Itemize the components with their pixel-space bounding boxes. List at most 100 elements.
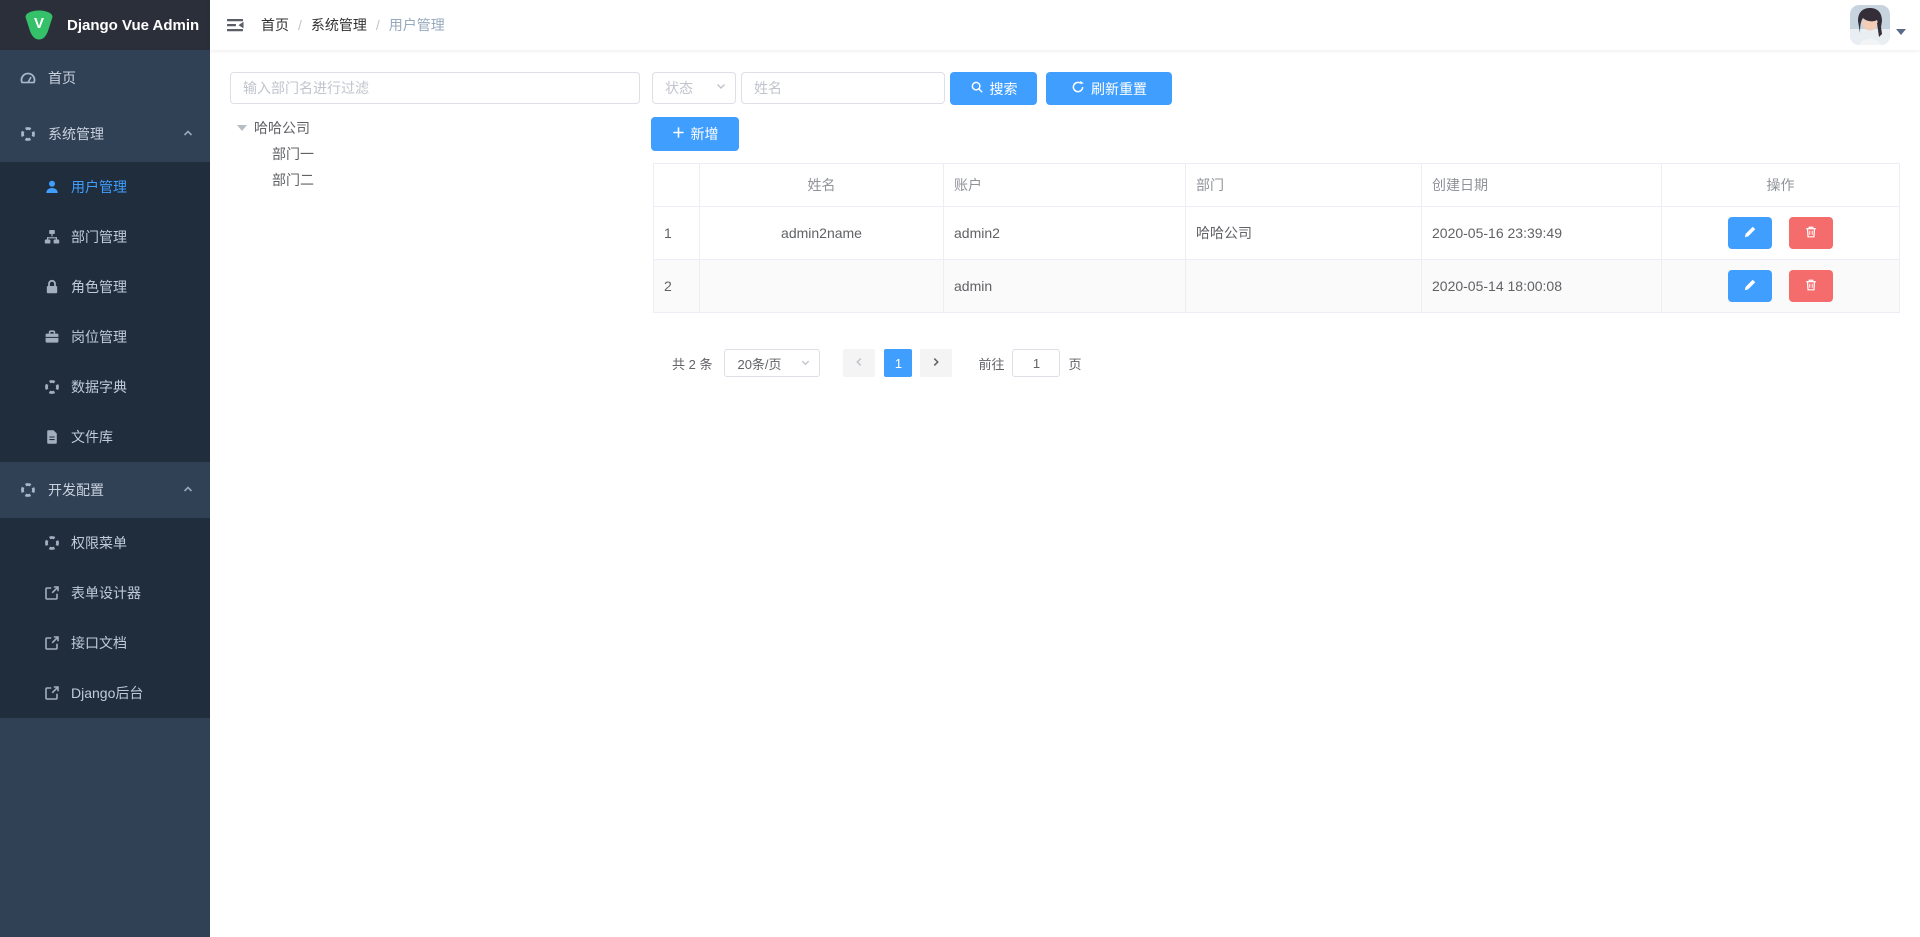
tree-expand-icon[interactable] [230, 125, 254, 131]
sidebar-item-dictionary[interactable]: 数据字典 [0, 362, 210, 412]
search-button[interactable]: 搜索 [950, 72, 1037, 105]
document-icon [44, 429, 60, 445]
component-icon [20, 126, 36, 142]
column-header-name: 姓名 [700, 164, 944, 207]
tree-node-label: 部门二 [272, 170, 314, 190]
jump-page-input[interactable] [1012, 349, 1060, 377]
tree-node-label: 部门一 [272, 144, 314, 164]
sidebar-item-home[interactable]: 首页 [0, 50, 210, 106]
breadcrumb-item-home[interactable]: 首页 [261, 15, 289, 35]
tree-node-dept2[interactable]: 部门二 [248, 167, 630, 193]
logo-bar[interactable]: V Django Vue Admin [0, 0, 210, 50]
prev-page-button[interactable] [843, 349, 875, 377]
sidebar-group-label: 开发配置 [48, 480, 104, 500]
trash-icon [1804, 225, 1818, 242]
sidebar-item-label: 部门管理 [71, 227, 127, 247]
refresh-reset-button[interactable]: 刷新重置 [1046, 72, 1172, 105]
sidebar-item-permission-menu[interactable]: 权限菜单 [0, 518, 210, 568]
department-tree: 哈哈公司 部门一 部门二 [230, 115, 630, 193]
breadcrumb-separator: / [376, 17, 380, 33]
delete-button[interactable] [1789, 270, 1833, 302]
column-header-actions: 操作 [1662, 164, 1900, 207]
tree-node-label: 哈哈公司 [254, 118, 310, 138]
sidebar-item-django-admin[interactable]: Django后台 [0, 668, 210, 718]
sidebar-item-users[interactable]: 用户管理 [0, 162, 210, 212]
jump-prefix-label: 前往 [978, 354, 1004, 373]
sidebar-item-label: 表单设计器 [71, 583, 141, 603]
delete-button[interactable] [1789, 217, 1833, 249]
component-icon [20, 482, 36, 498]
table-row: 2 admin 2020-05-14 18:00:08 [654, 260, 1900, 313]
sidebar-item-posts[interactable]: 岗位管理 [0, 312, 210, 362]
edit-button[interactable] [1728, 270, 1772, 302]
cell-dept [1186, 260, 1422, 313]
sidebar-item-label: 接口文档 [71, 633, 127, 653]
user-menu[interactable] [1850, 5, 1906, 45]
component-icon [44, 379, 60, 395]
app-title: Django Vue Admin [67, 17, 199, 34]
sidebar-item-label: 数据字典 [71, 377, 127, 397]
breadcrumb: 首页 / 系统管理 / 用户管理 [261, 15, 445, 35]
app-root: V Django Vue Admin 首页 系统管理 用户 [0, 0, 1920, 937]
external-link-icon [44, 685, 60, 701]
sidebar: V Django Vue Admin 首页 系统管理 用户 [0, 0, 210, 937]
edit-pencil-icon [1743, 278, 1757, 295]
table-row: 1 admin2name admin2 哈哈公司 2020-05-16 23:3… [654, 207, 1900, 260]
refresh-reset-label: 刷新重置 [1091, 79, 1147, 99]
breadcrumb-item-current: 用户管理 [389, 15, 445, 35]
tree-node-dept1[interactable]: 部门一 [248, 141, 630, 167]
add-button[interactable]: 新增 [651, 117, 739, 151]
refresh-icon [1071, 80, 1085, 97]
edit-button[interactable] [1728, 217, 1772, 249]
dashboard-icon [20, 70, 36, 86]
dept-filter-input[interactable] [230, 72, 640, 104]
tree-node-company[interactable]: 哈哈公司 [230, 115, 630, 141]
jump-suffix-label: 页 [1068, 354, 1081, 373]
pagination-total: 共 2 条 [672, 354, 712, 373]
trash-icon [1804, 278, 1818, 295]
sidebar-item-label: 用户管理 [71, 177, 127, 197]
svg-text:V: V [34, 15, 44, 32]
page-size-select[interactable]: 20条/页 [724, 349, 820, 377]
sidebar-group-devconfig[interactable]: 开发配置 [0, 462, 210, 518]
sidebar-item-api-docs[interactable]: 接口文档 [0, 618, 210, 668]
user-icon [44, 179, 60, 195]
vue-logo-icon: V [24, 9, 54, 41]
plus-icon [672, 126, 685, 142]
status-select[interactable]: 状态 [652, 72, 736, 104]
next-page-button[interactable] [920, 349, 952, 377]
breadcrumb-item-system[interactable]: 系统管理 [311, 15, 367, 35]
chevron-right-icon [930, 356, 942, 371]
sidebar-fold-icon[interactable] [225, 15, 245, 35]
sidebar-item-label: 角色管理 [71, 277, 127, 297]
caret-down-icon [1896, 29, 1906, 35]
cell-actions [1662, 260, 1900, 313]
tree-children: 部门一 部门二 [230, 141, 630, 193]
avatar[interactable] [1850, 5, 1890, 45]
sidebar-item-departments[interactable]: 部门管理 [0, 212, 210, 262]
chevron-down-icon [800, 356, 811, 371]
search-button-label: 搜索 [990, 79, 1018, 99]
sidebar-item-files[interactable]: 文件库 [0, 412, 210, 462]
sidebar-item-roles[interactable]: 角色管理 [0, 262, 210, 312]
cell-name [700, 260, 944, 313]
org-tree-icon [44, 229, 60, 245]
sidebar-group-system[interactable]: 系统管理 [0, 106, 210, 162]
page-size-value: 20条/页 [737, 354, 781, 373]
status-select-placeholder: 状态 [665, 78, 693, 98]
name-filter-input[interactable] [741, 72, 945, 104]
sidebar-item-label: 权限菜单 [71, 533, 127, 553]
cell-index: 2 [654, 260, 700, 313]
sidebar-item-label: 首页 [48, 68, 76, 88]
cell-created: 2020-05-14 18:00:08 [1422, 260, 1662, 313]
sidebar-item-form-designer[interactable]: 表单设计器 [0, 568, 210, 618]
cell-name: admin2name [700, 207, 944, 260]
cell-account: admin [944, 260, 1186, 313]
cell-account: admin2 [944, 207, 1186, 260]
edit-pencil-icon [1743, 225, 1757, 242]
cell-actions [1662, 207, 1900, 260]
sidebar-group-label: 系统管理 [48, 124, 104, 144]
chevron-up-icon [182, 126, 194, 142]
page-number-current[interactable]: 1 [884, 349, 912, 377]
sidebar-item-label: 岗位管理 [71, 327, 127, 347]
